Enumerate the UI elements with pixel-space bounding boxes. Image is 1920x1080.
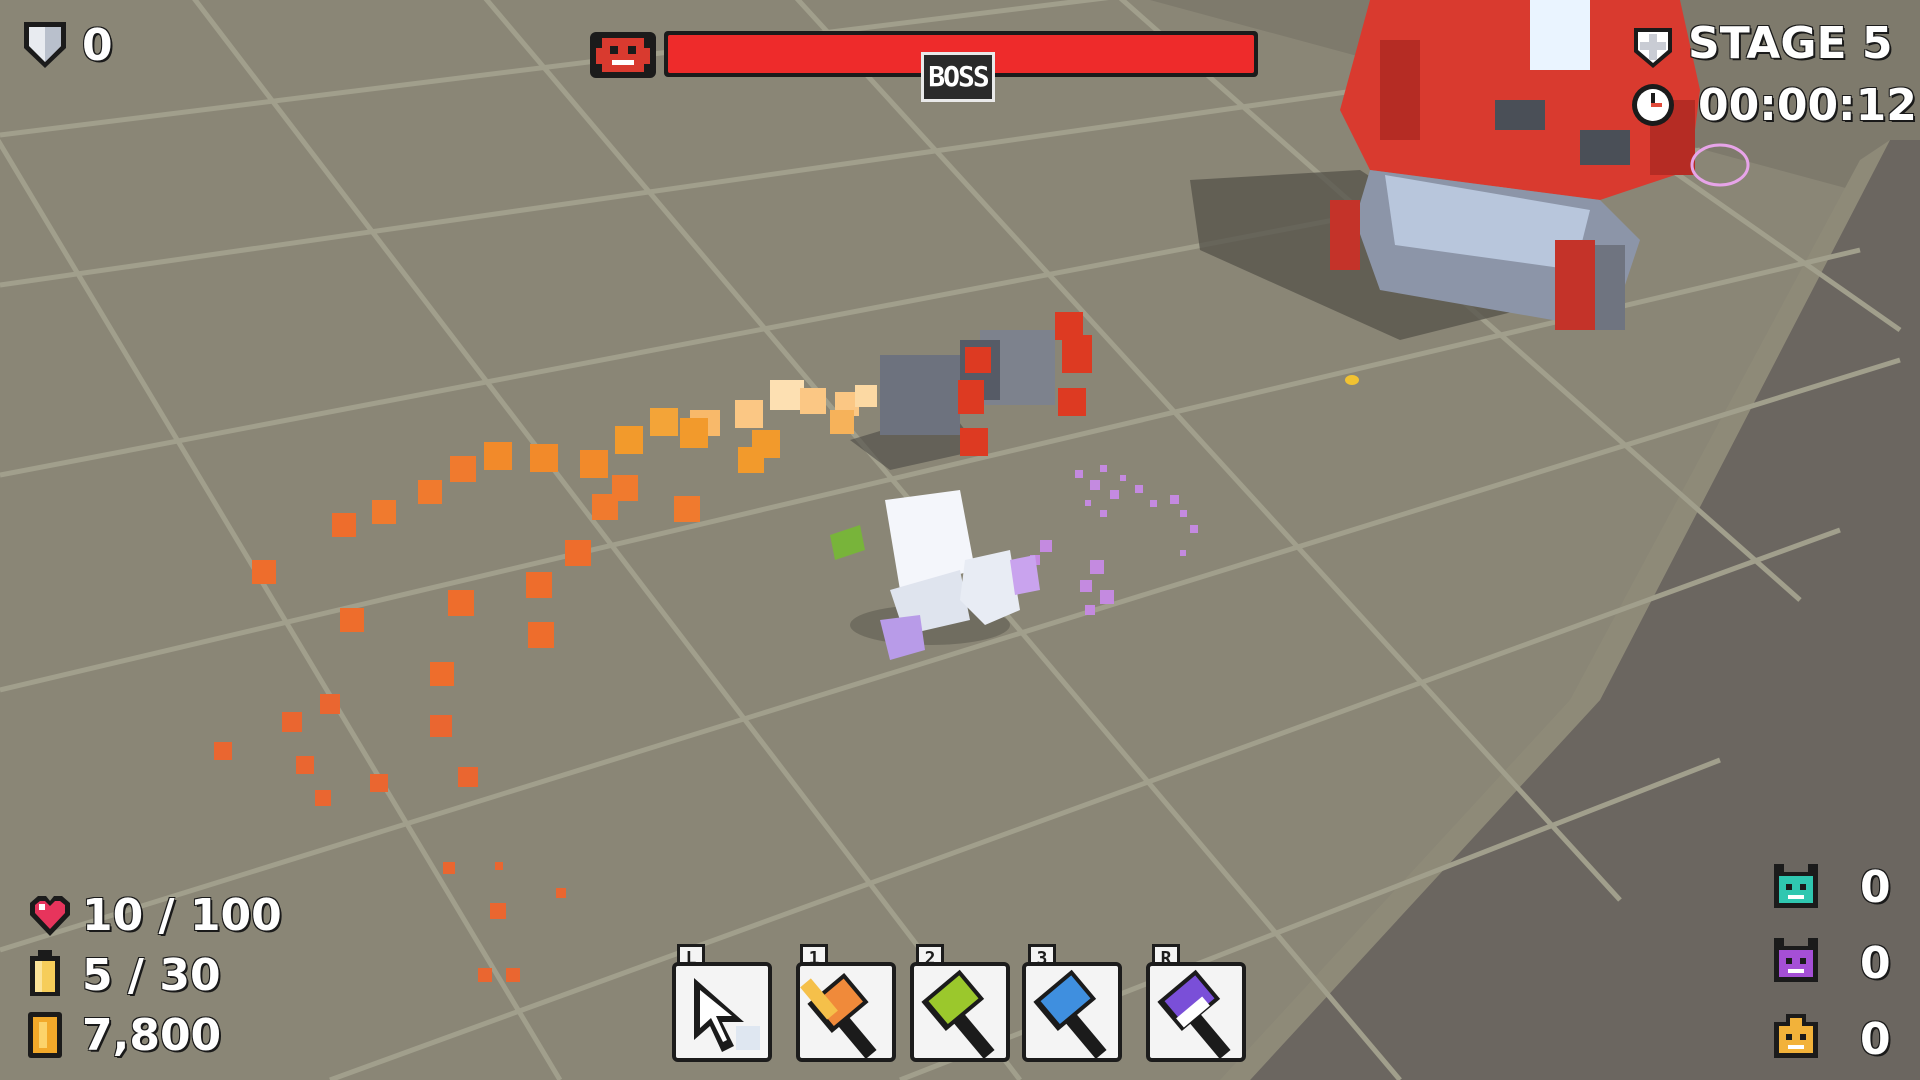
teal-count: 0 [1860,862,1891,913]
hotbar-slot-orange-hammer[interactable] [796,962,896,1062]
purple-hammer-icon [1157,969,1231,1058]
coin-icon [28,1012,62,1058]
boss-invader-icon [590,32,656,78]
yellow-count: 0 [1860,1014,1891,1065]
hotbar-slot-purple-hammer[interactable] [1146,962,1246,1062]
hotbar-slot-blue-hammer[interactable] [1022,962,1122,1062]
cursor-icon [694,978,760,1052]
green-hammer-icon [921,969,995,1058]
shield-icon [24,22,66,68]
heart-icon [30,896,70,936]
coin-value: 7,800 [82,1010,222,1061]
hotbar-slot-green-hammer[interactable] [910,962,1010,1062]
purple-creature-icon [1774,938,1818,982]
orange-hammer-icon [800,973,877,1058]
game-scene [0,0,1920,1080]
boss-label: BOSS [921,52,995,102]
blue-hammer-icon [1033,969,1107,1058]
ammo-value: 5 / 30 [82,950,221,1001]
battery-icon [30,950,60,996]
hotbar-slot-cursor[interactable] [672,962,772,1062]
yellow-creature-icon [1774,1014,1818,1058]
clock-icon [1632,84,1674,126]
shield-cross-icon [1634,28,1672,68]
health-value: 10 / 100 [82,890,282,941]
shield-count: 0 [82,20,113,71]
teal-creature-icon [1774,864,1818,908]
floor-coin [1345,375,1359,385]
stage-label: STAGE 5 [1688,18,1893,69]
timer-value: 00:00:12 [1698,80,1917,131]
purple-count: 0 [1860,938,1891,989]
